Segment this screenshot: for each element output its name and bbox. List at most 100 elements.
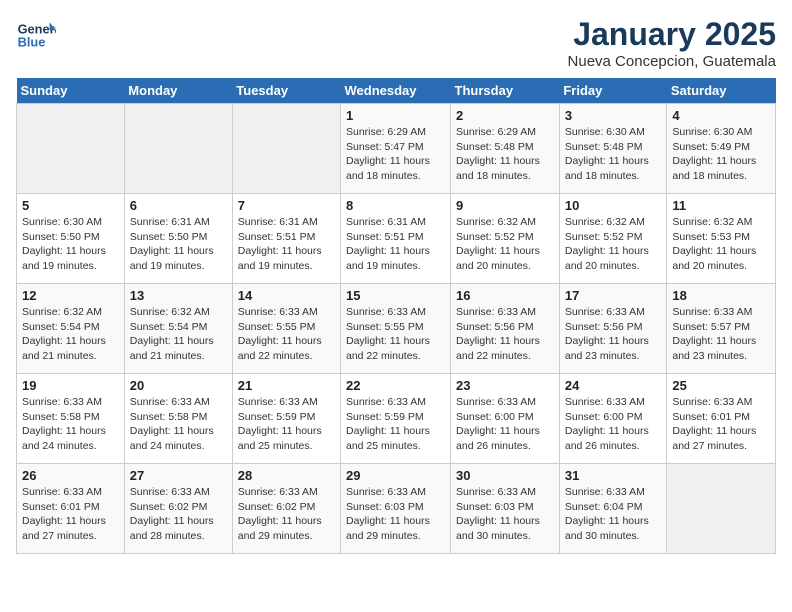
day-number: 21 [238,378,335,393]
calendar-cell: 27 Sunrise: 6:33 AM Sunset: 6:02 PM Dayli… [124,464,232,554]
day-info: Sunrise: 6:31 AM Sunset: 5:50 PM Dayligh… [130,215,227,274]
day-info: Sunrise: 6:32 AM Sunset: 5:54 PM Dayligh… [130,305,227,364]
calendar-cell: 19 Sunrise: 6:33 AM Sunset: 5:58 PM Dayli… [17,374,125,464]
day-number: 28 [238,468,335,483]
day-info: Sunrise: 6:33 AM Sunset: 5:58 PM Dayligh… [22,395,119,454]
calendar-cell [17,104,125,194]
logo-icon: General Blue [16,16,56,56]
calendar-cell: 29 Sunrise: 6:33 AM Sunset: 6:03 PM Dayli… [341,464,451,554]
day-number: 1 [346,108,445,123]
day-number: 20 [130,378,227,393]
calendar-cell [232,104,340,194]
calendar-cell: 13 Sunrise: 6:32 AM Sunset: 5:54 PM Dayli… [124,284,232,374]
day-info: Sunrise: 6:29 AM Sunset: 5:48 PM Dayligh… [456,125,554,184]
calendar-cell: 6 Sunrise: 6:31 AM Sunset: 5:50 PM Daylig… [124,194,232,284]
day-info: Sunrise: 6:33 AM Sunset: 5:56 PM Dayligh… [565,305,662,364]
day-info: Sunrise: 6:33 AM Sunset: 6:02 PM Dayligh… [130,485,227,544]
day-number: 5 [22,198,119,213]
day-info: Sunrise: 6:33 AM Sunset: 5:59 PM Dayligh… [346,395,445,454]
day-info: Sunrise: 6:29 AM Sunset: 5:47 PM Dayligh… [346,125,445,184]
day-of-week-header: Sunday [17,78,125,104]
calendar-cell: 23Sunrise: 6:33 AM Sunset: 6:00 PM Dayli… [451,374,560,464]
day-of-week-header: Wednesday [341,78,451,104]
day-info: Sunrise: 6:33 AM Sunset: 5:57 PM Dayligh… [672,305,770,364]
calendar-cell: 7 Sunrise: 6:31 AM Sunset: 5:51 PM Daylig… [232,194,340,284]
calendar-cell: 12Sunrise: 6:32 AM Sunset: 5:54 PM Dayli… [17,284,125,374]
day-of-week-header: Friday [559,78,667,104]
calendar-cell: 15 Sunrise: 6:33 AM Sunset: 5:55 PM Dayli… [341,284,451,374]
day-of-week-header: Tuesday [232,78,340,104]
day-info: Sunrise: 6:33 AM Sunset: 6:01 PM Dayligh… [22,485,119,544]
day-info: Sunrise: 6:33 AM Sunset: 5:55 PM Dayligh… [346,305,445,364]
day-number: 27 [130,468,227,483]
logo: General Blue [16,16,60,56]
calendar-cell: 30Sunrise: 6:33 AM Sunset: 6:03 PM Dayli… [451,464,560,554]
day-info: Sunrise: 6:32 AM Sunset: 5:52 PM Dayligh… [456,215,554,274]
day-info: Sunrise: 6:33 AM Sunset: 5:59 PM Dayligh… [238,395,335,454]
day-number: 29 [346,468,445,483]
day-number: 10 [565,198,662,213]
calendar-table: SundayMondayTuesdayWednesdayThursdayFrid… [16,78,776,554]
day-number: 15 [346,288,445,303]
day-number: 14 [238,288,335,303]
calendar-cell: 10 Sunrise: 6:32 AM Sunset: 5:52 PM Dayli… [559,194,667,284]
calendar-cell: 26 Sunrise: 6:33 AM Sunset: 6:01 PM Dayli… [17,464,125,554]
title-area: January 2025 Nueva Concepcion, Guatemala [568,16,776,70]
calendar-week-row: 12Sunrise: 6:32 AM Sunset: 5:54 PM Dayli… [17,284,776,374]
calendar-cell: 14Sunrise: 6:33 AM Sunset: 5:55 PM Dayli… [232,284,340,374]
day-number: 6 [130,198,227,213]
day-number: 26 [22,468,119,483]
calendar-cell: 4Sunrise: 6:30 AM Sunset: 5:49 PM Daylig… [667,104,776,194]
calendar-cell: 5 Sunrise: 6:30 AM Sunset: 5:50 PM Daylig… [17,194,125,284]
day-info: Sunrise: 6:33 AM Sunset: 6:00 PM Dayligh… [456,395,554,454]
day-info: Sunrise: 6:30 AM Sunset: 5:50 PM Dayligh… [22,215,119,274]
day-info: Sunrise: 6:32 AM Sunset: 5:52 PM Dayligh… [565,215,662,274]
calendar-cell [667,464,776,554]
calendar-cell: 11Sunrise: 6:32 AM Sunset: 5:53 PM Dayli… [667,194,776,284]
day-info: Sunrise: 6:30 AM Sunset: 5:48 PM Dayligh… [565,125,662,184]
day-number: 11 [672,198,770,213]
day-info: Sunrise: 6:33 AM Sunset: 6:01 PM Dayligh… [672,395,770,454]
day-info: Sunrise: 6:33 AM Sunset: 5:58 PM Dayligh… [130,395,227,454]
calendar-cell: 1 Sunrise: 6:29 AM Sunset: 5:47 PM Daylig… [341,104,451,194]
day-number: 31 [565,468,662,483]
day-info: Sunrise: 6:31 AM Sunset: 5:51 PM Dayligh… [238,215,335,274]
calendar-cell: 3Sunrise: 6:30 AM Sunset: 5:48 PM Daylig… [559,104,667,194]
day-number: 25 [672,378,770,393]
calendar-cell: 17 Sunrise: 6:33 AM Sunset: 5:56 PM Dayli… [559,284,667,374]
day-info: Sunrise: 6:32 AM Sunset: 5:54 PM Dayligh… [22,305,119,364]
day-number: 7 [238,198,335,213]
calendar-cell: 20 Sunrise: 6:33 AM Sunset: 5:58 PM Dayli… [124,374,232,464]
calendar-cell: 28 Sunrise: 6:33 AM Sunset: 6:02 PM Dayli… [232,464,340,554]
calendar-cell: 9Sunrise: 6:32 AM Sunset: 5:52 PM Daylig… [451,194,560,284]
day-of-week-header: Thursday [451,78,560,104]
calendar-cell [124,104,232,194]
day-number: 16 [456,288,554,303]
calendar-cell: 25 Sunrise: 6:33 AM Sunset: 6:01 PM Dayli… [667,374,776,464]
header: General Blue January 2025 Nueva Concepci… [16,16,776,70]
day-info: Sunrise: 6:33 AM Sunset: 6:03 PM Dayligh… [346,485,445,544]
calendar-cell: 8Sunrise: 6:31 AM Sunset: 5:51 PM Daylig… [341,194,451,284]
day-info: Sunrise: 6:33 AM Sunset: 6:00 PM Dayligh… [565,395,662,454]
calendar-cell: 2 Sunrise: 6:29 AM Sunset: 5:48 PM Daylig… [451,104,560,194]
calendar-header-row: SundayMondayTuesdayWednesdayThursdayFrid… [17,78,776,104]
day-number: 18 [672,288,770,303]
calendar-cell: 21 Sunrise: 6:33 AM Sunset: 5:59 PM Dayli… [232,374,340,464]
day-info: Sunrise: 6:33 AM Sunset: 5:56 PM Dayligh… [456,305,554,364]
day-number: 8 [346,198,445,213]
day-number: 17 [565,288,662,303]
calendar-cell: 16 Sunrise: 6:33 AM Sunset: 5:56 PM Dayli… [451,284,560,374]
day-number: 13 [130,288,227,303]
day-info: Sunrise: 6:33 AM Sunset: 6:03 PM Dayligh… [456,485,554,544]
month-title: January 2025 [568,16,776,53]
calendar-cell: 22Sunrise: 6:33 AM Sunset: 5:59 PM Dayli… [341,374,451,464]
day-info: Sunrise: 6:33 AM Sunset: 6:02 PM Dayligh… [238,485,335,544]
day-number: 19 [22,378,119,393]
day-of-week-header: Monday [124,78,232,104]
location-subtitle: Nueva Concepcion, Guatemala [568,53,776,70]
day-number: 2 [456,108,554,123]
day-number: 4 [672,108,770,123]
day-number: 24 [565,378,662,393]
calendar-cell: 18 Sunrise: 6:33 AM Sunset: 5:57 PM Dayli… [667,284,776,374]
svg-text:Blue: Blue [18,34,46,49]
